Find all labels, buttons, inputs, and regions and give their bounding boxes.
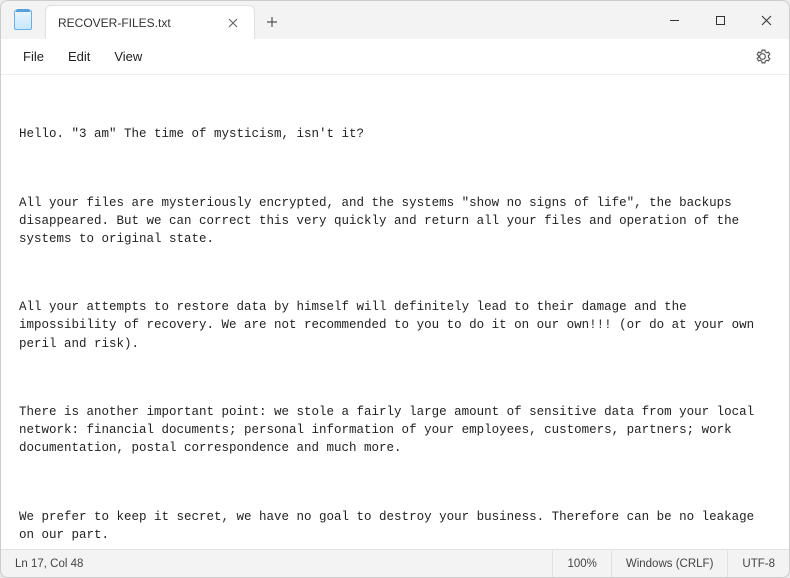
minimize-button[interactable] [651,1,697,39]
status-zoom[interactable]: 100% [553,550,611,577]
statusbar: Ln 17, Col 48 100% Windows (CRLF) UTF-8 [1,549,789,577]
app-icon-area [1,1,45,39]
text-line: There is another important point: we sto… [19,403,771,457]
close-window-button[interactable] [743,1,789,39]
settings-button[interactable] [746,42,779,71]
status-position: Ln 17, Col 48 [1,550,553,577]
text-content[interactable]: Hello. "3 am" The time of mysticism, isn… [1,75,789,549]
new-tab-button[interactable] [255,5,289,39]
status-encoding: UTF-8 [728,550,789,577]
text-line: Hello. "3 am" The time of mysticism, isn… [19,125,771,143]
menubar: File Edit View [1,39,789,75]
menu-file[interactable]: File [11,43,56,70]
status-line-ending: Windows (CRLF) [612,550,729,577]
notepad-window: RECOVER-FILES.txt File Edit View [0,0,790,578]
gear-icon [754,48,771,65]
notepad-icon [14,10,32,30]
maximize-button[interactable] [697,1,743,39]
titlebar: RECOVER-FILES.txt [1,1,789,39]
tab-active[interactable]: RECOVER-FILES.txt [45,5,255,39]
window-controls [651,1,789,39]
menu-edit[interactable]: Edit [56,43,102,70]
text-line: All your attempts to restore data by him… [19,298,771,352]
tab-title: RECOVER-FILES.txt [58,16,171,30]
text-line: We prefer to keep it secret, we have no … [19,508,771,544]
text-line: All your files are mysteriously encrypte… [19,194,771,248]
close-tab-icon[interactable] [224,18,242,28]
menu-view[interactable]: View [102,43,154,70]
